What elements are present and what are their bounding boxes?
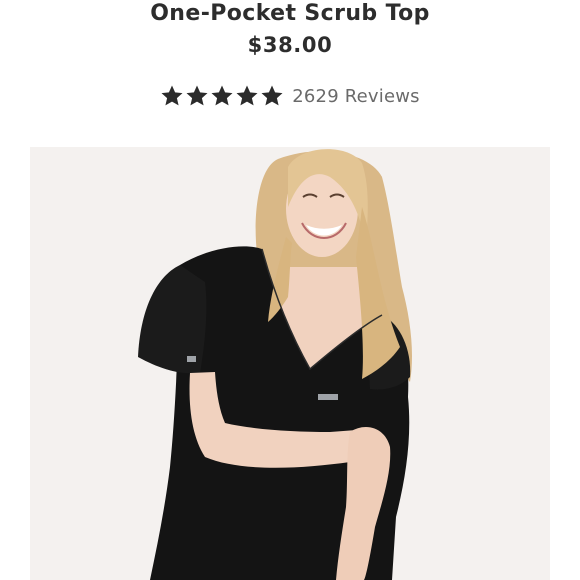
star-rating bbox=[160, 84, 284, 108]
rating-row[interactable]: 2629 Reviews bbox=[0, 84, 580, 108]
product-photo[interactable] bbox=[30, 147, 550, 580]
model-illustration bbox=[30, 147, 550, 580]
star-icon bbox=[161, 85, 183, 106]
star-icon bbox=[261, 85, 283, 106]
star-icon bbox=[236, 85, 258, 106]
reviews-link[interactable]: 2629 Reviews bbox=[292, 86, 420, 107]
product-title: One-Pocket Scrub Top bbox=[150, 1, 430, 26]
star-icon bbox=[211, 85, 233, 106]
product-price: $38.00 bbox=[247, 33, 333, 57]
star-icon bbox=[186, 85, 208, 106]
